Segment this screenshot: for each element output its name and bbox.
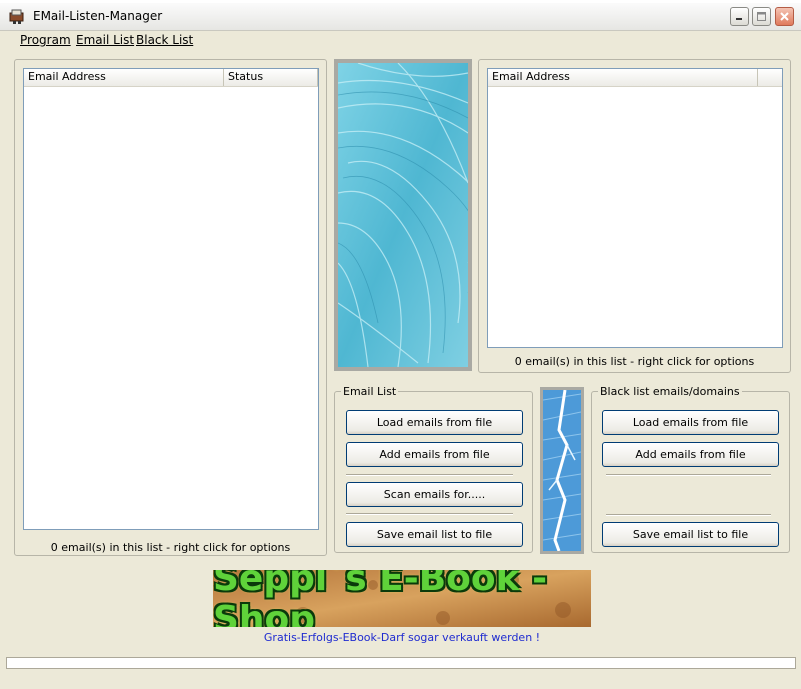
- separator: [606, 514, 771, 516]
- separator: [346, 474, 513, 476]
- maximize-button[interactable]: [752, 7, 771, 26]
- save-email-list-button[interactable]: Save email list to file: [346, 522, 523, 547]
- blacklist-panel: Email Address 0 email(s) in this list - …: [478, 59, 791, 373]
- minimize-icon: [731, 8, 748, 25]
- decorative-lightning-image: [540, 387, 584, 554]
- blacklist-group: Black list emails/domains Load emails fr…: [591, 385, 790, 553]
- menu-program[interactable]: Program: [20, 33, 71, 47]
- separator: [346, 513, 513, 515]
- blacklist-header: Email Address: [488, 69, 782, 87]
- blacklist-save-email-list-button[interactable]: Save email list to file: [602, 522, 779, 547]
- close-button[interactable]: [775, 7, 794, 26]
- blacklist-count: 0 email(s) in this list - right click fo…: [514, 355, 755, 368]
- ebook-shop-banner[interactable]: Seppl`s E-Book - Shop: [213, 570, 591, 627]
- blacklist-view[interactable]: Email Address: [487, 68, 783, 348]
- email-manager-app-icon: [9, 9, 24, 24]
- blacklist-add-emails-button[interactable]: Add emails from file: [602, 442, 779, 467]
- email-list-group-legend: Email List: [341, 385, 399, 398]
- email-list-panel: Email Address Status 0 email(s) in this …: [14, 59, 327, 556]
- status-bar: [6, 657, 796, 669]
- title-bar[interactable]: EMail-Listen-Manager: [0, 3, 801, 31]
- add-emails-button[interactable]: Add emails from file: [346, 442, 523, 467]
- close-icon: [776, 8, 793, 25]
- blacklist-column-email-address[interactable]: Email Address: [488, 69, 758, 86]
- scan-emails-button[interactable]: Scan emails for.....: [346, 482, 523, 507]
- email-list-view[interactable]: Email Address Status: [23, 68, 319, 530]
- column-email-address[interactable]: Email Address: [24, 69, 224, 86]
- blacklist-column-filler: [758, 69, 782, 86]
- menu-email-list[interactable]: Email List: [76, 33, 134, 47]
- menu-black-list[interactable]: Black List: [136, 33, 193, 47]
- email-list-header: Email Address Status: [24, 69, 318, 87]
- app-window: EMail-Listen-Manager Program Email List …: [0, 3, 801, 689]
- separator: [606, 474, 771, 476]
- banner-title: Seppl`s E-Book - Shop: [213, 570, 548, 627]
- menu-bar: Program Email List Black List: [0, 30, 801, 52]
- blacklist-load-emails-button[interactable]: Load emails from file: [602, 410, 779, 435]
- column-status[interactable]: Status: [224, 69, 318, 86]
- maximize-icon: [753, 8, 770, 25]
- email-list-count: 0 email(s) in this list - right click fo…: [50, 541, 291, 554]
- email-list-group: Email List Load emails from file Add ema…: [334, 385, 533, 553]
- load-emails-button[interactable]: Load emails from file: [346, 410, 523, 435]
- blacklist-group-legend: Black list emails/domains: [598, 385, 742, 398]
- window-title: EMail-Listen-Manager: [33, 9, 163, 23]
- banner-tagline[interactable]: Gratis-Erfolgs-EBook-Darf sogar verkauft…: [213, 631, 591, 644]
- minimize-button[interactable]: [730, 7, 749, 26]
- decorative-swirl-image: [334, 59, 472, 371]
